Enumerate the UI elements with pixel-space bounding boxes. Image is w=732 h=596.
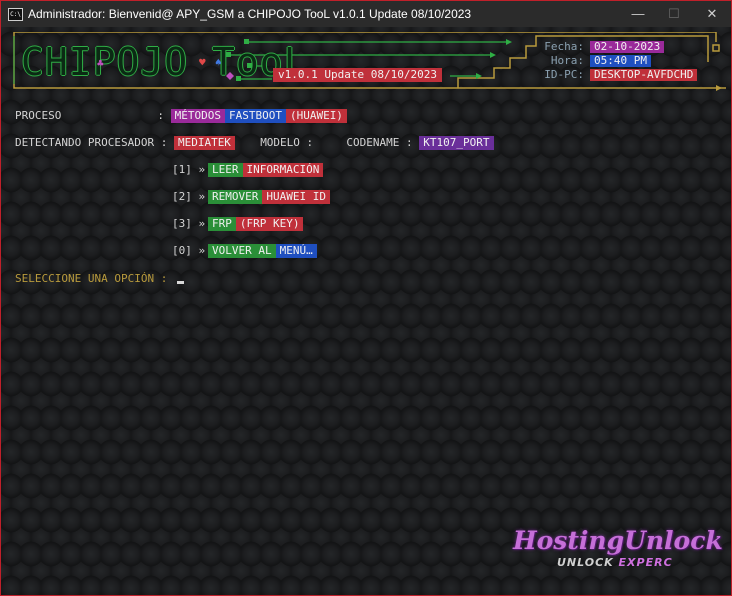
close-button[interactable]: ✕ [699, 4, 725, 24]
chipojo-logo: CHIPOJO TooL [21, 40, 308, 84]
hora-value: 05:40 PM [590, 55, 651, 67]
window-title: Administrador: Bienvenid@ APY_GSM a CHIP… [28, 7, 472, 21]
idpc-label: ID-PC: [544, 68, 584, 81]
codename-label: CODENAME : [346, 136, 413, 149]
option-tag-a: LEER [208, 163, 243, 177]
option-2[interactable]: [2] » REMOVER HUAWEI ID [172, 190, 330, 204]
processor-badge: MEDIATEK [173, 136, 235, 150]
option-number: [2] » [172, 190, 206, 203]
watermark-logo: HostingUnlock [513, 526, 723, 555]
codename-badge: KT107_PORT [419, 136, 494, 150]
option-tag-b: MENÚ… [275, 244, 317, 258]
version-badge: v1.0.1 Update 08/10/2023 [273, 68, 442, 82]
proceso-line: PROCESO: MÉTODOS FASTBOOT (HUAWEI) [15, 109, 347, 123]
tool-banner: CHIPOJO TooL ♣ ♥ ♠ v1.0.1 Update 08/10/2… [10, 32, 726, 92]
option-tag-a: FRP [208, 217, 236, 231]
watermark-subtitle: UNLOCK EXPERC [557, 557, 673, 569]
console-app-icon: C:\ [8, 8, 23, 21]
fastboot-badge: FASTBOOT [224, 109, 286, 123]
selection-prompt: SELECCIONE UNA OPCIÓN : [15, 272, 168, 285]
option-3[interactable]: [3] » FRP (FRP KEY) [172, 217, 304, 231]
option-number: [3] » [172, 217, 206, 230]
option-1[interactable]: [1] » LEER INFORMACIÓN [172, 163, 324, 177]
model-label: MODELO : [260, 136, 314, 149]
watermark-sub-1: UNLOCK [557, 556, 614, 569]
maximize-button[interactable]: ☐ [661, 4, 687, 24]
metodos-badge: MÉTODOS [170, 109, 225, 123]
spade-icon: ♠ [215, 56, 222, 69]
fecha-value: 02-10-2023 [590, 41, 665, 53]
option-tag-a: VOLVER AL [208, 244, 276, 258]
idpc-value: DESKTOP-AVFDCHD [590, 69, 698, 81]
option-tag-b: HUAWEI ID [262, 190, 330, 204]
text-cursor[interactable] [177, 281, 184, 284]
hora-label: Hora: [550, 54, 584, 67]
console-window: C:\ Administrador: Bienvenid@ APY_GSM a … [0, 0, 732, 596]
detect-line: DETECTANDO PROCESADOR : MEDIATEK MODELO … [15, 136, 494, 150]
watermark-sub-2: EXPERC [618, 556, 673, 569]
option-number: [1] » [172, 163, 206, 176]
proceso-separator: : [157, 109, 164, 122]
proceso-label: PROCESO [15, 109, 62, 122]
heart-icon: ♥ [199, 56, 206, 69]
option-number: [0] » [172, 244, 206, 257]
club-icon: ♣ [97, 57, 104, 70]
title-bar[interactable]: C:\ Administrador: Bienvenid@ APY_GSM a … [1, 1, 731, 27]
option-tag-b: (FRP KEY) [235, 217, 304, 231]
minimize-button[interactable]: — [625, 4, 651, 24]
option-tag-a: REMOVER [208, 190, 263, 204]
option-0[interactable]: [0] » VOLVER AL MENÚ… [172, 244, 317, 258]
option-tag-b: INFORMACIÓN [242, 163, 324, 177]
console-area[interactable]: CHIPOJO TooL ♣ ♥ ♠ v1.0.1 Update 08/10/2… [1, 27, 731, 595]
huawei-badge: (HUAWEI) [285, 109, 347, 123]
fecha-label: Fecha: [544, 40, 584, 53]
detect-label: DETECTANDO PROCESADOR : [15, 136, 168, 149]
